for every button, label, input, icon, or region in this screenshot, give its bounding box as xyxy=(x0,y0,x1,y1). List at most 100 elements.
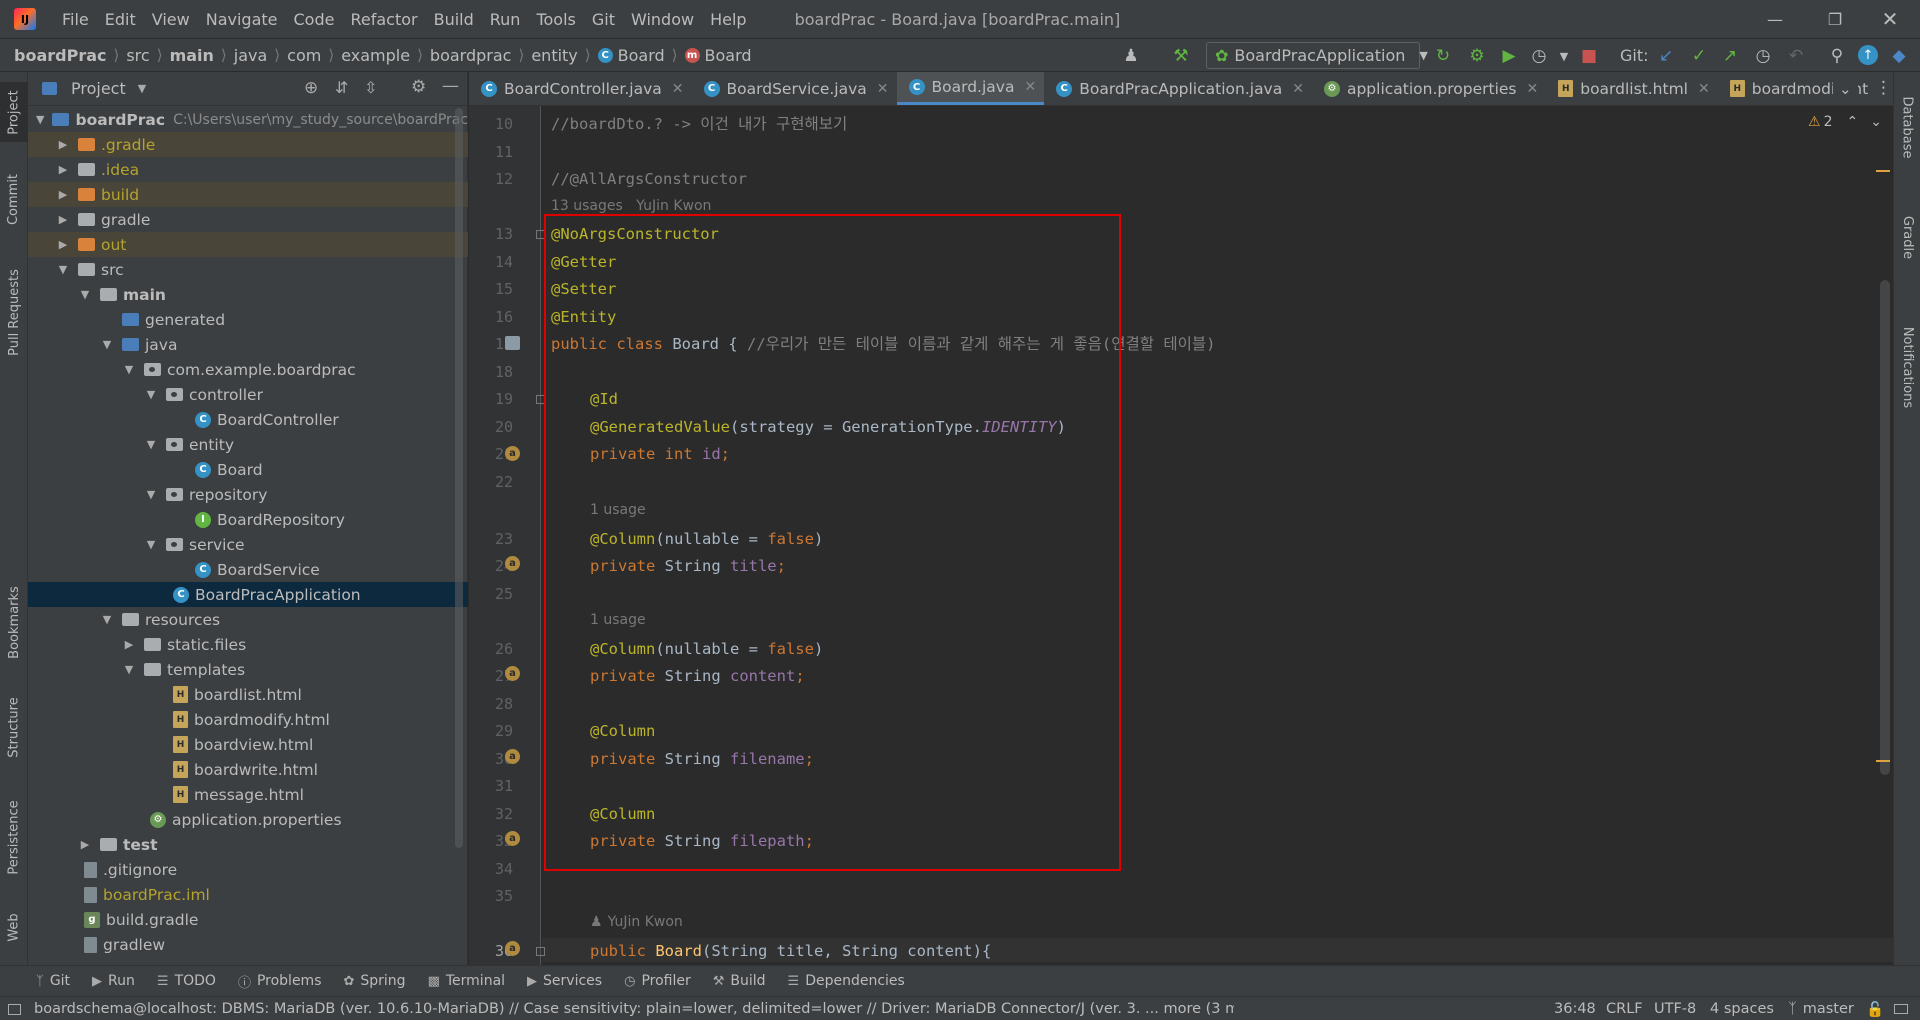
memory-indicator-icon[interactable] xyxy=(1894,997,1908,1020)
close-tab-icon[interactable]: ✕ xyxy=(672,81,684,97)
menu-tools[interactable]: Tools xyxy=(528,10,583,29)
crumb-com[interactable]: com xyxy=(287,46,321,65)
locate-icon[interactable]: ⊕ xyxy=(304,78,318,98)
field-gutter-icon[interactable]: a xyxy=(505,749,520,764)
chevron-down-icon[interactable]: ▼ xyxy=(138,82,146,95)
intellij-logo-icon[interactable]: IJ xyxy=(14,8,36,30)
tree-node-test[interactable]: ▶ test xyxy=(28,832,468,857)
method-gutter-icon[interactable]: a xyxy=(505,941,520,956)
field-gutter-icon[interactable]: a xyxy=(505,556,520,571)
crumb-java[interactable]: java xyxy=(234,46,268,65)
profile-icon[interactable]: ◷ xyxy=(1528,45,1550,67)
tree-node-gradle-dir[interactable]: ▶ .gradle xyxy=(28,132,468,157)
tree-node-repository[interactable]: ▼ repository xyxy=(28,482,468,507)
menu-refactor[interactable]: Refactor xyxy=(342,10,425,29)
field-gutter-icon[interactable]: a xyxy=(505,446,520,461)
git-commit-icon[interactable]: ✓ xyxy=(1688,45,1710,67)
project-scrollbar[interactable] xyxy=(455,108,463,848)
crumb-class[interactable]: Board xyxy=(618,46,665,65)
tab-boardpracapplication[interactable]: C BoardPracApplication.java ✕ xyxy=(1044,72,1312,105)
collapse-all-icon[interactable]: ⇳ xyxy=(364,78,377,97)
menu-code[interactable]: Code xyxy=(286,10,343,29)
close-tab-icon[interactable]: ✕ xyxy=(1527,81,1539,97)
tab-board[interactable]: C Board.java ✕ xyxy=(896,72,1045,105)
crumb-boardprac[interactable]: boardprac xyxy=(430,46,512,65)
tool-tab-gradle[interactable]: Gradle xyxy=(1894,192,1920,282)
crumb-entity[interactable]: entity xyxy=(531,46,577,65)
line-separator[interactable]: CRLF xyxy=(1606,997,1643,1020)
field-gutter-icon[interactable]: a xyxy=(505,831,520,846)
tree-node-main[interactable]: ▼ main xyxy=(28,282,468,307)
tool-tab-structure[interactable]: Structure xyxy=(0,682,28,772)
tool-tab-database[interactable]: Database xyxy=(1894,82,1920,172)
menu-view[interactable]: View xyxy=(144,10,198,29)
close-tab-icon[interactable]: ✕ xyxy=(1698,81,1710,97)
tool-run[interactable]: ▶ Run xyxy=(92,973,135,989)
tree-node-root[interactable]: ▼ boardPrac C:\Users\user\my_study_sourc… xyxy=(28,107,468,132)
restore-icon[interactable]: ❐ xyxy=(1805,0,1865,38)
chevron-up-icon[interactable]: ⌃ xyxy=(1846,114,1858,130)
menu-build[interactable]: Build xyxy=(426,10,482,29)
tool-tab-persistence[interactable]: Persistence xyxy=(0,787,28,887)
close-window-icon[interactable]: ✕ xyxy=(1860,0,1920,38)
tree-node-boardrepository[interactable]: I BoardRepository xyxy=(28,507,468,532)
build-hammer-icon[interactable]: ⚒ xyxy=(1170,45,1192,67)
coverage-icon[interactable]: ▶ xyxy=(1498,45,1520,67)
tool-build[interactable]: ⚒ Build xyxy=(713,973,766,989)
menu-window[interactable]: Window xyxy=(623,10,702,29)
git-branch[interactable]: ᛉ master xyxy=(1788,997,1854,1020)
tool-todo[interactable]: ☰ TODO xyxy=(157,973,216,989)
file-encoding[interactable]: UTF-8 xyxy=(1654,997,1696,1020)
tree-node-boardwrite[interactable]: Hboardwrite.html xyxy=(28,757,468,782)
tree-node-boardmodify[interactable]: Hboardmodify.html xyxy=(28,707,468,732)
tree-node-iml[interactable]: boardPrac.iml xyxy=(28,882,468,907)
tool-tab-pull-requests[interactable]: Pull Requests xyxy=(0,252,28,372)
tree-node-java[interactable]: ▼ java xyxy=(28,332,468,357)
update-icon[interactable]: ↑ xyxy=(1858,45,1878,65)
tree-node-gradlew[interactable]: gradlew xyxy=(28,932,468,957)
chevron-down-icon[interactable]: ⌄ xyxy=(1870,114,1882,130)
search-icon[interactable]: ⚲ xyxy=(1826,45,1848,67)
tree-node-package[interactable]: ▼ com.example.boardprac xyxy=(28,357,468,382)
tool-problems[interactable]: ⓘ Problems xyxy=(238,972,322,991)
tool-spring[interactable]: ✿ Spring xyxy=(343,973,405,989)
tool-tab-project[interactable]: Project xyxy=(0,82,28,142)
tree-node-application-properties[interactable]: ⚙ application.properties xyxy=(28,807,468,832)
crumb-member[interactable]: Board xyxy=(705,46,752,65)
tool-tab-commit[interactable]: Commit xyxy=(0,164,28,234)
tool-tab-web[interactable]: Web xyxy=(0,897,28,957)
tool-git[interactable]: ᛉ Git xyxy=(36,973,70,989)
lock-icon[interactable]: 🔓 xyxy=(1866,997,1884,1020)
tree-node-gitignore[interactable]: .gitignore xyxy=(28,857,468,882)
tree-node-src[interactable]: ▼ src xyxy=(28,257,468,282)
status-message[interactable]: boardschema@localhost: DBMS: MariaDB (ve… xyxy=(34,997,1234,1020)
tab-boardcontroller[interactable]: C BoardController.java ✕ xyxy=(469,72,692,105)
tool-dependencies[interactable]: ☰ Dependencies xyxy=(788,973,905,989)
user-icon[interactable]: ♟ xyxy=(1120,45,1142,67)
tree-node-board[interactable]: C Board xyxy=(28,457,468,482)
rerun-icon[interactable]: ↻ xyxy=(1432,45,1454,67)
tree-node-static-files[interactable]: ▶ static.files xyxy=(28,632,468,657)
tree-node-generated[interactable]: generated xyxy=(28,307,468,332)
author-hint[interactable]: ♟ YuJin Kwon xyxy=(590,914,683,930)
rollback-icon[interactable]: ↶ xyxy=(1785,45,1807,67)
status-panel-toggle-icon[interactable] xyxy=(8,997,21,1020)
stop-icon[interactable]: ■ xyxy=(1578,45,1600,67)
history-icon[interactable]: ◷ xyxy=(1752,45,1774,67)
tree-node-build[interactable]: ▶ build xyxy=(28,182,468,207)
tree-node-message[interactable]: Hmessage.html xyxy=(28,782,468,807)
run-configuration-select[interactable]: ✿ BoardPracApplication ▼ xyxy=(1206,42,1428,69)
tab-boardservice[interactable]: C BoardService.java ✕ xyxy=(692,72,897,105)
tree-node-boardcontroller[interactable]: C BoardController xyxy=(28,407,468,432)
tabs-dropdown-chevron-icon[interactable]: ⌄ xyxy=(1833,80,1858,98)
tree-node-boardpracapplication[interactable]: C BoardPracApplication xyxy=(28,582,468,607)
more-options-icon[interactable]: ⋮ xyxy=(1869,78,1893,98)
more-run-chevron-icon[interactable]: ▼ xyxy=(1553,45,1575,67)
crumb-main[interactable]: main xyxy=(170,46,214,65)
project-panel-title[interactable]: Project xyxy=(71,79,126,98)
tree-node-resources[interactable]: ▼ resources xyxy=(28,607,468,632)
tree-node-entity[interactable]: ▼ entity xyxy=(28,432,468,457)
tool-tab-bookmarks[interactable]: Bookmarks xyxy=(0,572,28,672)
caret-position[interactable]: 36:48 xyxy=(1554,997,1596,1020)
tree-node-boardservice[interactable]: C BoardService xyxy=(28,557,468,582)
